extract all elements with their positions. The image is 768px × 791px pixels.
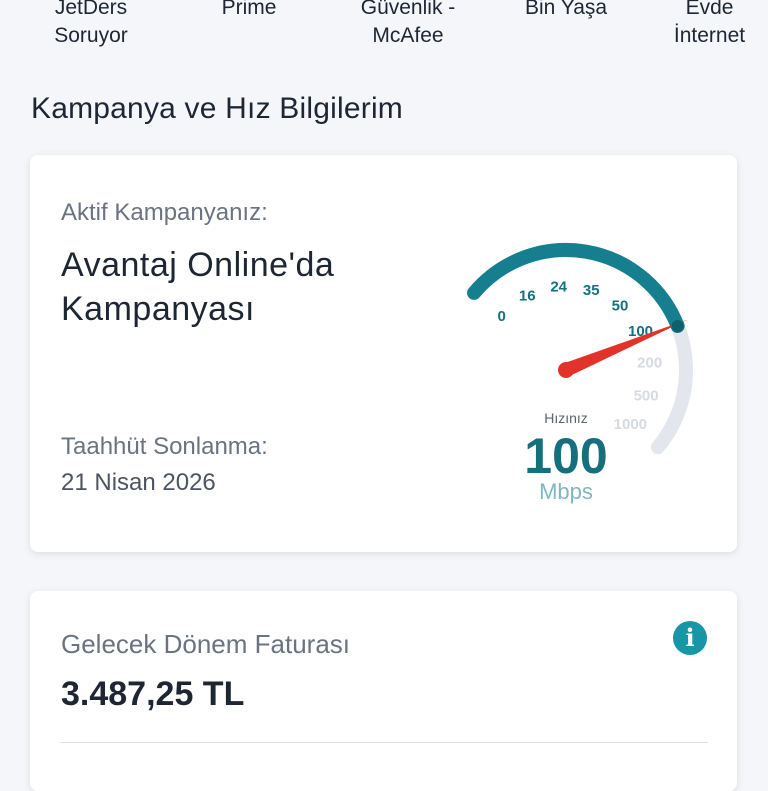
nav-item-bin-yasa[interactable]: Bin Yaşa [491,0,641,22]
nav-item-label: Prime [221,0,277,19]
speed-gauge: 01624 35501002005001000 Hızınız 100 Mbps [467,243,693,504]
bill-card: Gelecek Dönem Faturası i 3.487,25 TL [30,591,737,791]
section-title: Kampanya ve Hız Bilgilerim [31,92,403,125]
nav-item-label: McAfee [372,24,444,47]
nav-item-label: Evde [685,0,734,19]
divider [61,742,708,743]
top-navigation: JetDers Soruyor Prime Güvenlik - McAfee … [0,0,768,60]
nav-item-guvenlik[interactable]: Güvenlik - McAfee [333,0,483,50]
gauge-needle-hub [558,362,574,378]
info-icon[interactable]: i [673,621,707,655]
gauge-tick-label: 1000 [614,416,647,433]
nav-item-prime[interactable]: Prime [174,0,324,22]
gauge-caption: Hızınız [544,410,588,426]
bill-title: Gelecek Dönem Faturası [61,629,351,659]
nav-item-label: İnternet [673,24,746,47]
nav-item-evde-internet[interactable]: Evde İnternet [651,0,768,50]
nav-item-label: Soruyor [54,24,128,47]
nav-item-jetders[interactable]: JetDers Soruyor [16,0,166,50]
nav-item-label: Güvenlik - [360,0,456,19]
gauge-needle [563,319,688,377]
bill-amount: 3.487,25 TL [61,675,245,713]
gauge-tick-label: 0 [497,308,505,325]
nav-item-label: Bin Yaşa [524,0,608,19]
campaign-card: Aktif Kampanyanız: Avantaj Online'da Kam… [30,155,737,552]
gauge-tick-label: 500 [634,387,659,404]
gauge-speed-unit: Mbps [539,479,593,504]
gauge-tick-label: 24 [550,278,567,295]
nav-item-label: JetDers [54,0,128,19]
gauge-tick-label: 35 [583,282,600,299]
gauge-tick-label: 50 [612,298,629,315]
gauge-speed-value: 100 [524,428,607,484]
gauge-tick-label: 16 [519,287,536,304]
gauge-current-marker [671,320,684,333]
gauge-tick-label: 200 [637,355,662,372]
